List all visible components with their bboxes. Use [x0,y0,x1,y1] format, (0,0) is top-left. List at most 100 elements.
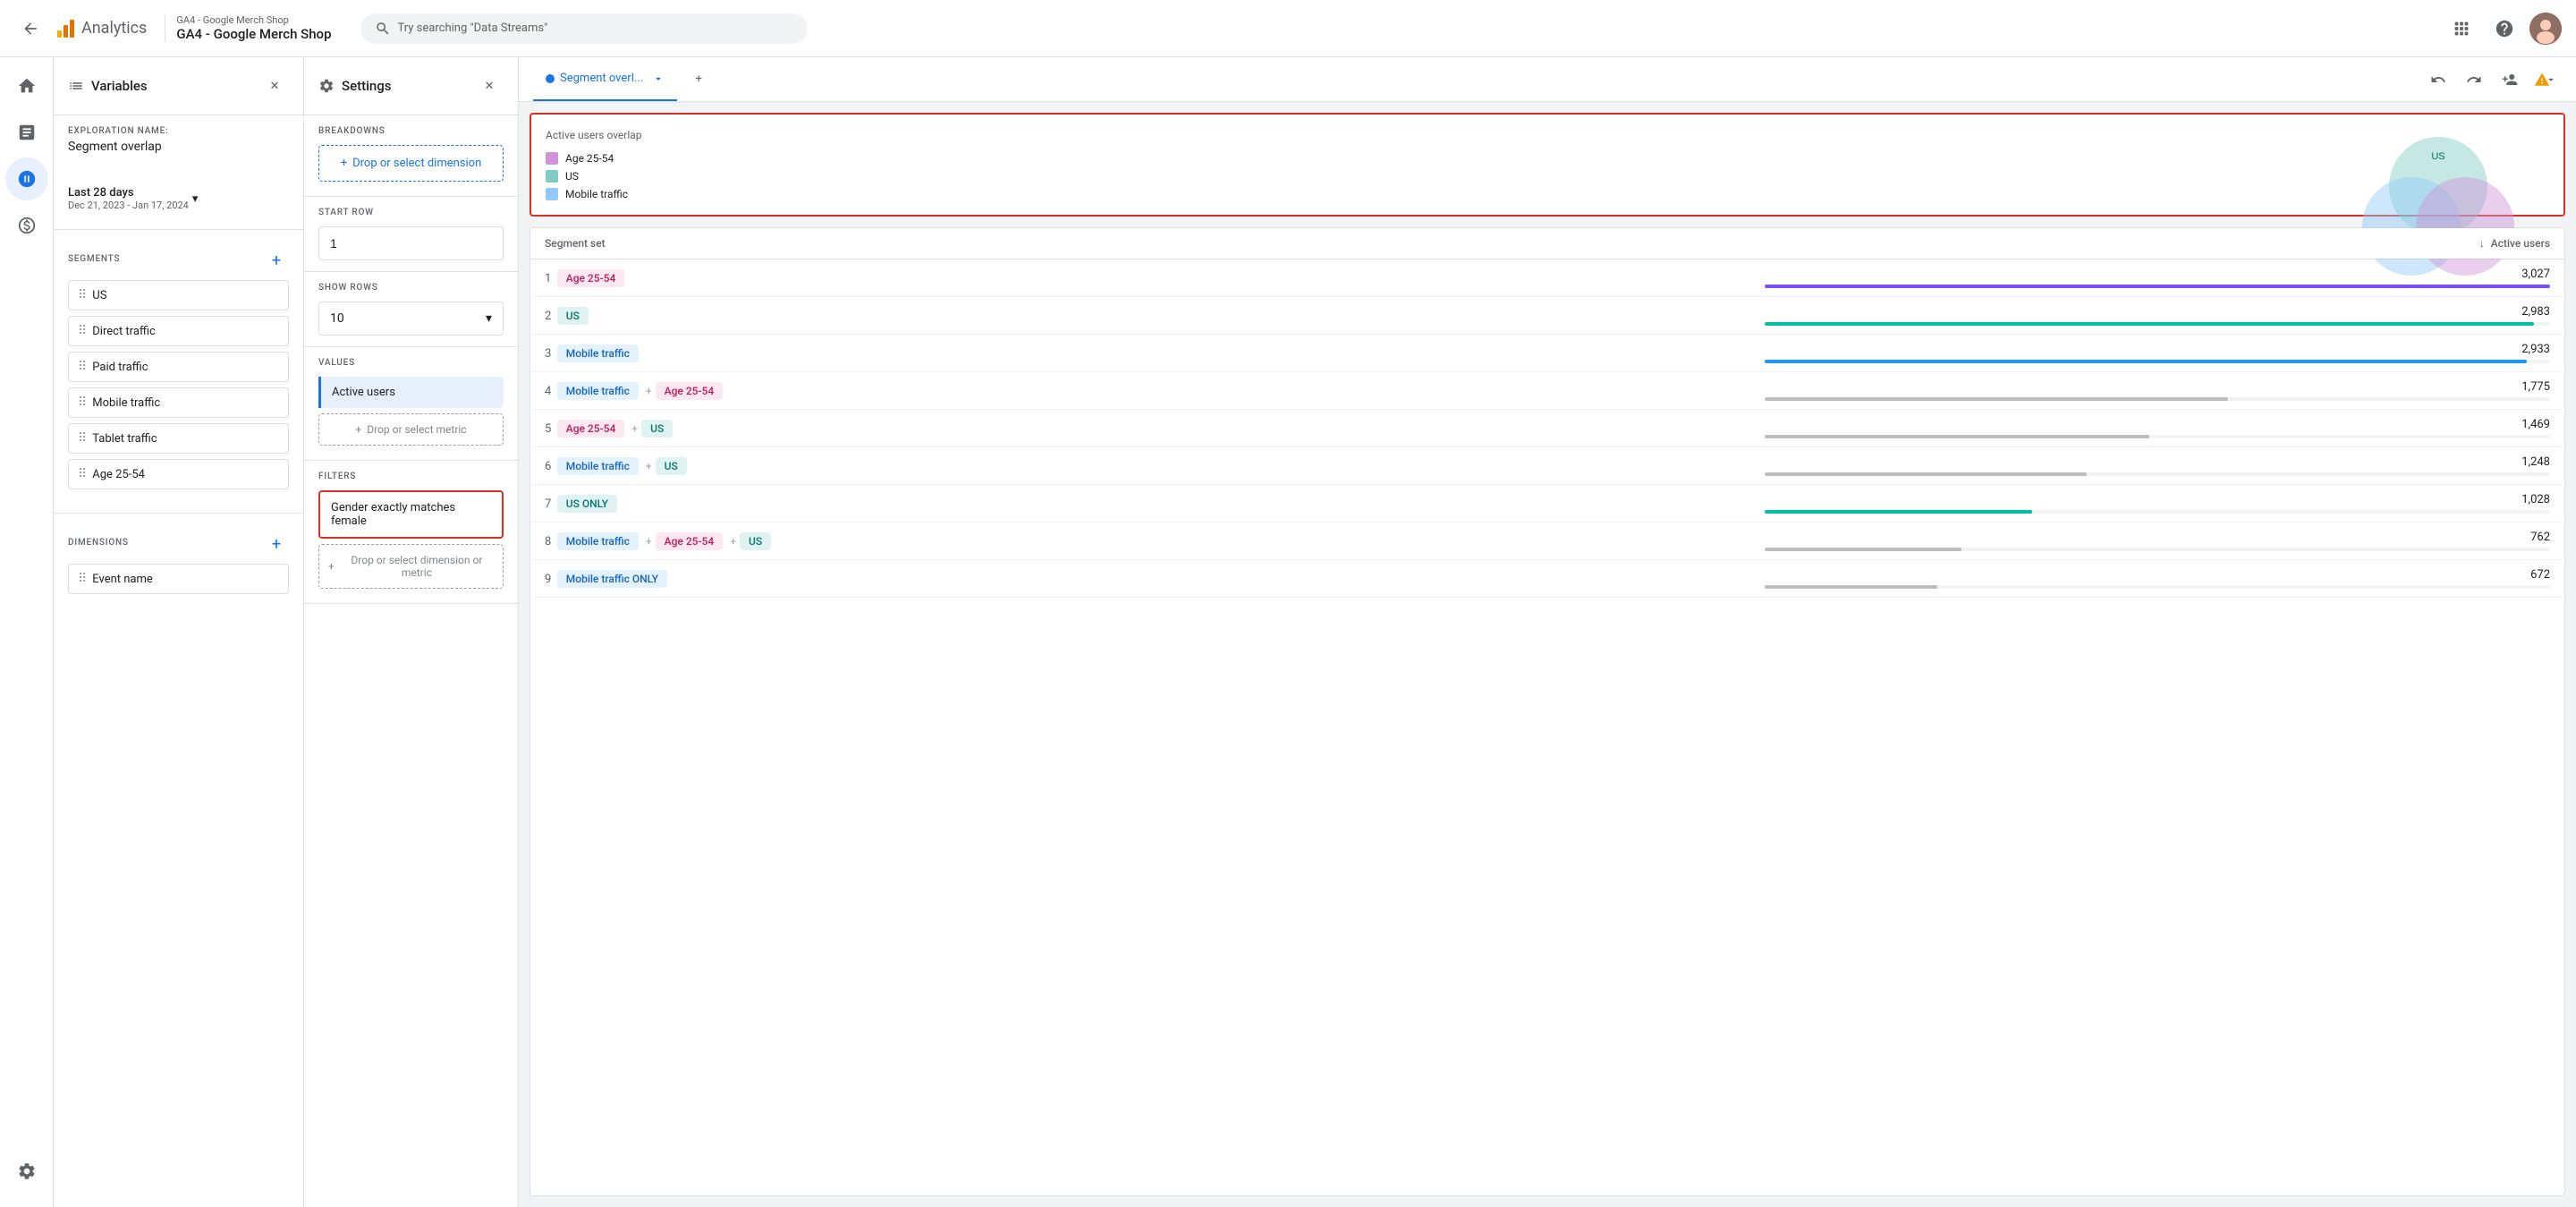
segment-chip[interactable]: ⠿Direct traffic [68,316,289,346]
start-row-input[interactable] [318,226,504,260]
table-row[interactable]: 3 Mobile traffic 2,933 [530,335,2564,372]
table-row[interactable]: 7 US ONLY 1,028 [530,485,2564,523]
metric-cell: 672 [1750,560,2564,598]
user-avatar[interactable] [2529,13,2562,45]
chart-title: Active users overlap [546,129,2549,141]
date-range-section: Last 28 days Dec 21, 2023 - Jan 17, 2024… [54,175,303,222]
data-table: Segment set ↓ Active users 1 Age 25-54 3… [530,228,2564,598]
show-rows-select[interactable]: 10 ▾ [318,302,504,336]
dimensions-section: DIMENSIONS + ⠿Event name [54,521,303,610]
apps-icon[interactable] [2444,11,2479,47]
segment-badge: Mobile traffic [557,532,639,550]
sort-arrow-icon: ↓ [2479,237,2485,250]
top-nav: Analytics GA4 - Google Merch Shop GA4 - … [0,0,2576,57]
add-dimension-button[interactable]: + [264,531,289,557]
segment-badge: Mobile traffic [557,457,639,475]
show-rows-section: SHOW ROWS 10 ▾ [304,272,518,347]
property-main: GA4 - Google Merch Shop [176,26,331,42]
segment-cell: 8 Mobile traffic+Age 25-54+US [530,523,1750,560]
settings-close-button[interactable]: ✕ [475,72,504,100]
drop-dimension-zone[interactable]: + Drop or select dimension [318,145,504,182]
legend-item-age: Age 25-54 [546,152,2549,165]
table-row[interactable]: 4 Mobile traffic+Age 25-54 1,775 [530,372,2564,410]
segment-badge: Mobile traffic [557,382,639,400]
bar-fill [1765,435,2149,438]
segment-cell: 9 Mobile traffic ONLY [530,560,1750,598]
bar-container [1765,548,2550,551]
variables-panel: Variables ✕ EXPLORATION NAME: Segment ov… [54,57,304,1207]
tab-dot-icon [546,74,555,83]
active-users-value-chip[interactable]: Active users [318,377,504,408]
bar-container [1765,510,2550,514]
filter-chip[interactable]: Gender exactly matches female [318,490,504,539]
sidebar-reports-icon[interactable] [5,111,48,154]
metric-cell: 1,248 [1750,447,2564,485]
segment-chip[interactable]: ⠿Age 25-54 [68,459,289,489]
segment-chip[interactable]: ⠿US [68,280,289,310]
add-segment-button[interactable]: + [264,248,289,273]
col-segment-header: Segment set [530,228,1750,259]
variables-title: Variables [68,78,148,94]
bar-container [1765,285,2550,288]
segment-chip[interactable]: ⠿Tablet traffic [68,423,289,454]
segment-cell: 1 Age 25-54 [530,259,1750,297]
drop-metric-zone[interactable]: + Drop or select metric [318,413,504,446]
segment-chip[interactable]: ⠿Mobile traffic [68,387,289,418]
sidebar-explore-icon[interactable] [5,157,48,200]
legend-color-us [546,170,558,183]
content-tabs: Segment overl... + [519,57,2576,102]
metric-cell: 1,028 [1750,485,2564,523]
drop-dim-metric-zone[interactable]: + Drop or select dimension or metric [318,544,504,589]
sidebar-home-icon[interactable] [5,64,48,107]
table-row[interactable]: 8 Mobile traffic+Age 25-54+US 762 [530,523,2564,560]
legend-color-age [546,152,558,165]
legend-item-mobile: Mobile traffic [546,188,2549,200]
undo-button[interactable] [2422,64,2454,96]
search-area[interactable]: Try searching "Data Streams" [360,13,808,44]
bar-container [1765,397,2550,401]
drag-dots-icon: ⠿ [78,431,87,446]
sidebar-advertising-icon[interactable] [5,204,48,247]
col-metric-header[interactable]: ↓ Active users [1750,228,2564,259]
nav-actions [2444,11,2562,47]
metric-cell: 2,983 [1750,297,2564,335]
help-icon[interactable] [2487,11,2522,47]
table-row[interactable]: 5 Age 25-54+US 1,469 [530,410,2564,447]
variables-close-button[interactable]: ✕ [260,72,289,100]
show-rows-chevron-icon: ▾ [486,311,492,326]
dimensions-label: DIMENSIONS [68,538,129,548]
bar-container [1765,322,2550,326]
segment-badge: US [656,457,687,475]
dimension-chip[interactable]: ⠿Event name [68,564,289,594]
search-placeholder: Try searching "Data Streams" [398,21,548,35]
segment-chip[interactable]: ⠿Paid traffic [68,352,289,382]
settings-panel: Settings ✕ BREAKDOWNS + Drop or select d… [304,57,519,1207]
chart-legend: Age 25-54 US Mobile traffic [546,152,2549,200]
bar-fill [1765,548,1961,551]
date-range-selector[interactable]: Last 28 days Dec 21, 2023 - Jan 17, 2024… [68,186,289,211]
add-tab-button[interactable]: + [684,65,713,94]
metric-cell: 762 [1750,523,2564,560]
table-row[interactable]: 9 Mobile traffic ONLY 672 [530,560,2564,598]
app-logo: Analytics [57,19,147,38]
back-button[interactable] [14,13,47,45]
table-row[interactable]: 2 US 2,983 [530,297,2564,335]
sidebar-settings-icon[interactable] [5,1150,48,1193]
table-body: 1 Age 25-54 3,027 2 US 2,983 3 Mobile tr… [530,259,2564,598]
table-row[interactable]: 6 Mobile traffic+US 1,248 [530,447,2564,485]
segment-badge: US [557,307,589,325]
bar-container [1765,360,2550,363]
metric-cell: 1,775 [1750,372,2564,410]
warning-button[interactable] [2529,64,2562,96]
table-row[interactable]: 1 Age 25-54 3,027 [530,259,2564,297]
segment-cell: 5 Age 25-54+US [530,410,1750,447]
property-selector[interactable]: GA4 - Google Merch Shop GA4 - Google Mer… [165,14,331,42]
bar-fill [1765,322,2534,326]
add-user-button[interactable] [2494,64,2526,96]
redo-button[interactable] [2458,64,2490,96]
tab-segment-overlap[interactable]: Segment overl... [533,57,677,101]
drag-dots-icon: ⠿ [78,572,87,586]
exploration-name: Segment overlap [68,140,289,154]
drag-dots-icon: ⠿ [78,395,87,410]
segment-cell: 4 Mobile traffic+Age 25-54 [530,372,1750,410]
